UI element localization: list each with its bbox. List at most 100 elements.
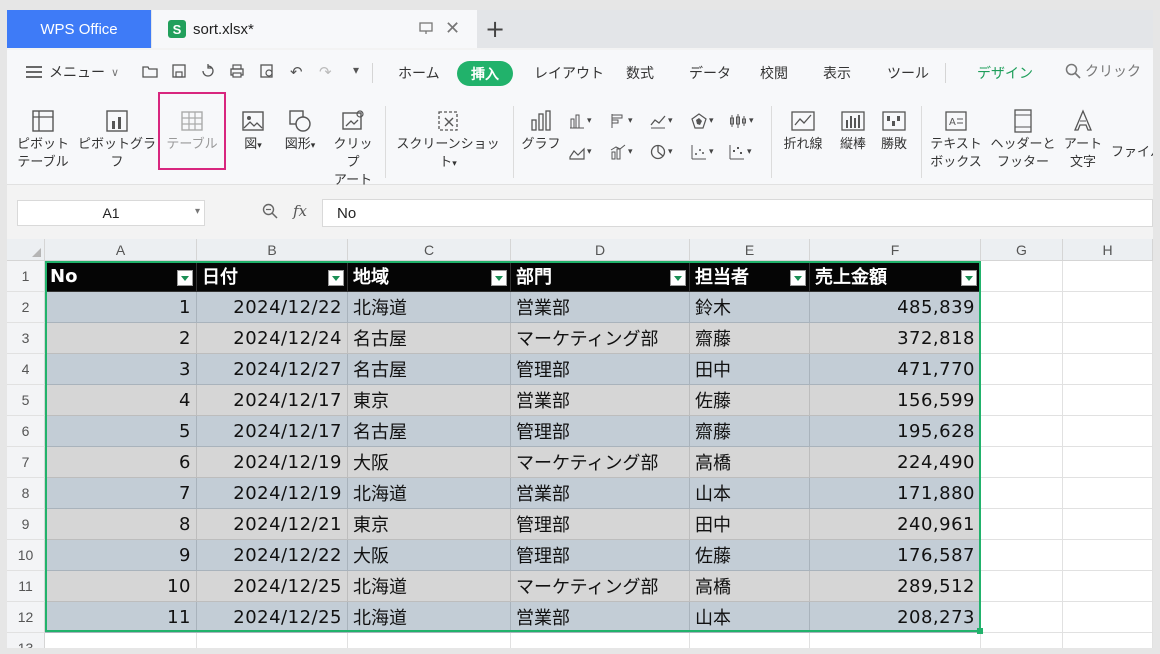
row-header-11[interactable]: 11	[7, 571, 45, 602]
print-preview-icon[interactable]	[259, 63, 275, 83]
empty-cell[interactable]	[981, 509, 1063, 540]
redo-icon[interactable]: ↷	[319, 63, 332, 81]
table-cell[interactable]: 171,880	[810, 478, 981, 509]
name-box[interactable]: A1 ▾	[17, 200, 205, 226]
sparkline-line-button[interactable]: 折れ線	[777, 108, 829, 154]
table-cell[interactable]: 471,770	[810, 354, 981, 385]
table-cell[interactable]: 東京	[348, 385, 511, 416]
shape-button[interactable]: 図形▾	[277, 108, 323, 155]
table-cell[interactable]: 山本	[690, 602, 810, 633]
table-cell[interactable]: 485,839	[810, 292, 981, 323]
table-cell[interactable]: 176,587	[810, 540, 981, 571]
table-cell[interactable]: 2024/12/17	[197, 416, 348, 447]
empty-cell[interactable]	[690, 633, 810, 648]
row-header-8[interactable]: 8	[7, 478, 45, 509]
tab-wps-office[interactable]: WPS Office	[7, 10, 151, 48]
table-cell[interactable]: 営業部	[511, 292, 690, 323]
pivot-graph-button[interactable]: ピボットグラフ	[77, 108, 157, 172]
tab-design[interactable]: デザイン	[977, 63, 1033, 83]
table-cell[interactable]: 北海道	[348, 602, 511, 633]
spreadsheet-grid[interactable]: A B C D E F G H 1 2 3 4 5 6 7 8 9 10 11 12 13 No 日付 地域 部門 担当者 売上金額…	[7, 239, 1153, 648]
textbox-button[interactable]: A テキスト ボックス	[927, 108, 985, 172]
table-cell[interactable]: 9	[45, 540, 197, 571]
scatter-chart-menu[interactable]: ▾	[691, 144, 714, 160]
table-cell[interactable]: 2024/12/27	[197, 354, 348, 385]
row-header-3[interactable]: 3	[7, 323, 45, 354]
empty-cell[interactable]	[511, 633, 690, 648]
table-header-cell[interactable]: 日付	[197, 261, 348, 292]
table-cell[interactable]: 佐藤	[690, 385, 810, 416]
column-header-b[interactable]: B	[197, 239, 348, 261]
float-window-icon[interactable]	[418, 20, 434, 36]
row-header-7[interactable]: 7	[7, 447, 45, 478]
graph-button[interactable]: グラフ	[521, 108, 561, 154]
table-cell[interactable]: 289,512	[810, 571, 981, 602]
fill-handle[interactable]	[977, 628, 983, 634]
clipart-button[interactable]: クリップ アート	[329, 108, 377, 190]
table-cell[interactable]: 6	[45, 447, 197, 478]
table-cell[interactable]: 2024/12/21	[197, 509, 348, 540]
row-header-6[interactable]: 6	[7, 416, 45, 447]
area-chart-menu[interactable]: ▾	[569, 144, 592, 160]
table-cell[interactable]: 高橋	[690, 571, 810, 602]
empty-cell[interactable]	[1063, 292, 1153, 323]
fx-icon[interactable]: fx	[293, 202, 307, 220]
table-cell[interactable]: 齋藤	[690, 416, 810, 447]
table-cell[interactable]: 管理部	[511, 354, 690, 385]
row-header-13[interactable]: 13	[7, 633, 45, 648]
empty-cell[interactable]	[981, 354, 1063, 385]
table-header-cell[interactable]: 地域	[348, 261, 511, 292]
empty-cell[interactable]	[981, 633, 1063, 648]
table-cell[interactable]: 8	[45, 509, 197, 540]
sparkline-winloss-button[interactable]: 勝敗	[873, 108, 915, 154]
empty-cell[interactable]	[1063, 509, 1153, 540]
row-header-12[interactable]: 12	[7, 602, 45, 633]
tab-view[interactable]: 表示	[823, 63, 851, 83]
empty-cell[interactable]	[1063, 447, 1153, 478]
tab-formulas[interactable]: 数式	[626, 63, 654, 83]
table-cell[interactable]: 齋藤	[690, 323, 810, 354]
table-cell[interactable]: 2024/12/17	[197, 385, 348, 416]
table-cell[interactable]: 2024/12/19	[197, 478, 348, 509]
empty-cell[interactable]	[981, 261, 1063, 292]
table-cell[interactable]: 営業部	[511, 602, 690, 633]
table-cell[interactable]: 営業部	[511, 385, 690, 416]
empty-cell[interactable]	[348, 633, 511, 648]
table-cell[interactable]: 東京	[348, 509, 511, 540]
undo-icon[interactable]: ↶	[290, 63, 303, 81]
table-cell[interactable]: 4	[45, 385, 197, 416]
empty-cell[interactable]	[810, 633, 981, 648]
table-cell[interactable]: 2024/12/25	[197, 571, 348, 602]
filter-dropdown-icon[interactable]	[670, 270, 686, 286]
tab-home[interactable]: ホーム	[398, 63, 440, 83]
empty-cell[interactable]	[1063, 385, 1153, 416]
row-header-1[interactable]: 1	[7, 261, 45, 292]
table-cell[interactable]: 208,273	[810, 602, 981, 633]
table-cell[interactable]: 2024/12/25	[197, 602, 348, 633]
empty-cell[interactable]	[1063, 633, 1153, 648]
table-cell[interactable]: 11	[45, 602, 197, 633]
empty-cell[interactable]	[981, 447, 1063, 478]
empty-cell[interactable]	[1063, 323, 1153, 354]
wordart-button[interactable]: アート 文字	[1061, 108, 1105, 172]
chevron-down-icon[interactable]: ▾	[195, 206, 200, 217]
table-cell[interactable]: 管理部	[511, 416, 690, 447]
close-icon[interactable]: ✕	[445, 18, 460, 39]
column-header-a[interactable]: A	[45, 239, 197, 261]
empty-cell[interactable]	[197, 633, 348, 648]
customize-toolbar-icon[interactable]: ▾	[353, 63, 359, 77]
table-header-cell[interactable]: No	[45, 261, 197, 292]
combo-chart-menu[interactable]: ▾	[610, 144, 633, 160]
empty-cell[interactable]	[1063, 571, 1153, 602]
formula-input[interactable]: No	[322, 199, 1153, 227]
row-header-4[interactable]: 4	[7, 354, 45, 385]
export-icon[interactable]	[200, 63, 216, 83]
table-cell[interactable]: 北海道	[348, 478, 511, 509]
new-tab-icon[interactable]: +	[485, 15, 505, 43]
table-cell[interactable]: 名古屋	[348, 354, 511, 385]
column-chart-menu[interactable]: ▾	[569, 113, 592, 129]
empty-cell[interactable]	[1063, 478, 1153, 509]
table-cell[interactable]: 田中	[690, 509, 810, 540]
empty-cell[interactable]	[1063, 602, 1153, 633]
table-cell[interactable]: マーケティング部	[511, 323, 690, 354]
